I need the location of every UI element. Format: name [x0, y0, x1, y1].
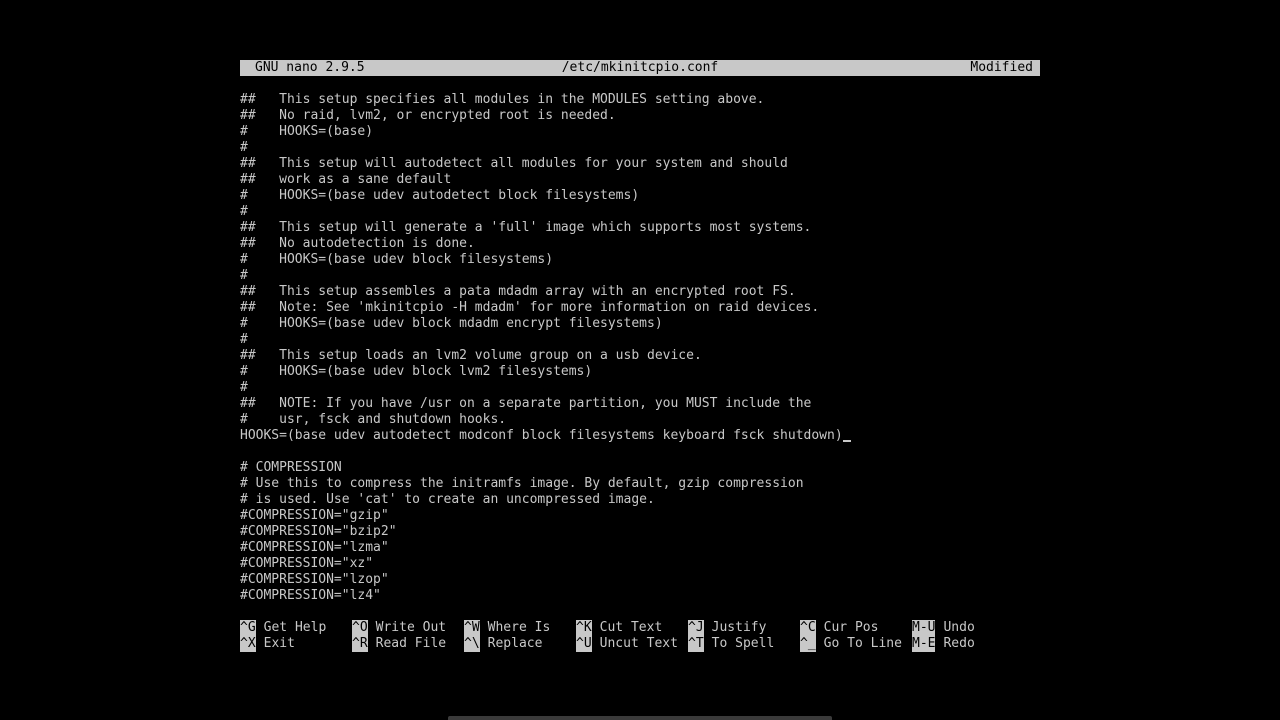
editor-line[interactable]: # [240, 204, 1040, 220]
editor-line[interactable]: # is used. Use 'cat' to create an uncomp… [240, 492, 1040, 508]
editor-line[interactable]: # [240, 268, 1040, 284]
editor-line[interactable]: # HOOKS=(base udev autodetect block file… [240, 188, 1040, 204]
editor-line[interactable]: ## This setup will generate a 'full' ima… [240, 220, 1040, 236]
shortcut-key: ^R [352, 636, 368, 652]
shortcut-label: Cur Pos [823, 620, 879, 635]
shortcut-justify[interactable]: ^J Justify [688, 620, 766, 636]
shortcut-to-spell[interactable]: ^T To Spell [688, 636, 774, 652]
editor-line[interactable]: ## This setup loads an lvm2 volume group… [240, 348, 1040, 364]
editor-line[interactable]: # HOOKS=(base udev block filesystems) [240, 252, 1040, 268]
editor-line[interactable]: #COMPRESSION="lzma" [240, 540, 1040, 556]
shortcut-label: Where Is [487, 620, 551, 635]
editor-line[interactable]: # [240, 140, 1040, 156]
shortcut-label: Uncut Text [599, 636, 678, 651]
shortcut-label: Exit [263, 636, 295, 651]
shortcut-key: ^X [240, 636, 256, 652]
shortcut-go-to-line[interactable]: ^_ Go To Line [800, 636, 902, 652]
editor-line[interactable]: # [240, 332, 1040, 348]
text-editor-area[interactable]: ## This setup specifies all modules in t… [240, 92, 1040, 604]
editor-line[interactable]: ## This setup specifies all modules in t… [240, 92, 1040, 108]
editor-line[interactable] [240, 444, 1040, 460]
file-name: /etc/mkinitcpio.conf [561, 60, 719, 75]
host-window-edge [448, 716, 832, 720]
modified-status: Modified [970, 60, 1033, 75]
editor-line[interactable]: ## work as a sane default [240, 172, 1040, 188]
shortcut-label: Replace [487, 636, 543, 651]
shortcut-label: Read File [375, 636, 447, 651]
shortcut-redo[interactable]: M-E Redo [912, 636, 975, 652]
editor-line[interactable]: ## NOTE: If you have /usr on a separate … [240, 396, 1040, 412]
editor-line[interactable]: #COMPRESSION="xz" [240, 556, 1040, 572]
editor-line[interactable]: # usr, fsck and shutdown hooks. [240, 412, 1040, 428]
editor-line[interactable]: # Use this to compress the initramfs ima… [240, 476, 1040, 492]
editor-line[interactable]: # HOOKS=(base udev block lvm2 filesystem… [240, 364, 1040, 380]
shortcut-label: Undo [943, 620, 975, 635]
shortcut-label: Go To Line [823, 636, 902, 651]
editor-line[interactable]: ## Note: See 'mkinitcpio -H mdadm' for m… [240, 300, 1040, 316]
shortcut-cur-pos[interactable]: ^C Cur Pos [800, 620, 878, 636]
editor-line[interactable]: ## This setup will autodetect all module… [240, 156, 1040, 172]
editor-line[interactable]: # COMPRESSION [240, 460, 1040, 476]
shortcut-label: To Spell [711, 636, 775, 651]
editor-line[interactable]: #COMPRESSION="gzip" [240, 508, 1040, 524]
shortcut-key: M-U [912, 620, 936, 636]
shortcut-key: ^\ [464, 636, 480, 652]
shortcut-label: Justify [711, 620, 767, 635]
editor-line[interactable]: # HOOKS=(base) [240, 124, 1040, 140]
shortcut-key: ^W [464, 620, 480, 636]
shortcut-cut-text[interactable]: ^K Cut Text [576, 620, 662, 636]
shortcut-key: ^G [240, 620, 256, 636]
shortcut-read-file[interactable]: ^R Read File [352, 636, 446, 652]
shortcut-key: ^O [352, 620, 368, 636]
shortcut-label: Write Out [375, 620, 447, 635]
shortcut-uncut-text[interactable]: ^U Uncut Text [576, 636, 678, 652]
text-cursor [842, 428, 851, 442]
shortcut-key: ^C [800, 620, 816, 636]
shortcut-key: ^T [688, 636, 704, 652]
shortcut-replace[interactable]: ^\ Replace [464, 636, 542, 652]
shortcut-label: Cut Text [599, 620, 663, 635]
editor-line[interactable]: #COMPRESSION="lzop" [240, 572, 1040, 588]
editor-line[interactable]: ## No autodetection is done. [240, 236, 1040, 252]
shortcut-key: ^U [576, 636, 592, 652]
editor-line[interactable]: #COMPRESSION="bzip2" [240, 524, 1040, 540]
editor-line[interactable]: # HOOKS=(base udev block mdadm encrypt f… [240, 316, 1040, 332]
shortcut-key: M-E [912, 636, 936, 652]
shortcut-where-is[interactable]: ^W Where Is [464, 620, 550, 636]
shortcut-undo[interactable]: M-U Undo [912, 620, 975, 636]
editor-line[interactable]: ## No raid, lvm2, or encrypted root is n… [240, 108, 1040, 124]
editor-line-hooks[interactable]: HOOKS=(base udev autodetect modconf bloc… [240, 428, 1040, 444]
editor-line[interactable]: # [240, 380, 1040, 396]
nano-title-bar: GNU nano 2.9.5 /etc/mkinitcpio.conf Modi… [240, 60, 1040, 76]
shortcut-exit[interactable]: ^X Exit [240, 636, 295, 652]
shortcut-write-out[interactable]: ^O Write Out [352, 620, 446, 636]
terminal-screen: GNU nano 2.9.5 /etc/mkinitcpio.conf Modi… [0, 0, 1280, 720]
shortcut-label: Redo [943, 636, 975, 651]
shortcut-key: ^_ [800, 636, 816, 652]
shortcut-label: Get Help [263, 620, 327, 635]
editor-line[interactable]: #COMPRESSION="lz4" [240, 588, 1040, 604]
shortcut-key: ^K [576, 620, 592, 636]
shortcut-get-help[interactable]: ^G Get Help [240, 620, 326, 636]
shortcut-key: ^J [688, 620, 704, 636]
editor-line[interactable]: ## This setup assembles a pata mdadm arr… [240, 284, 1040, 300]
hooks-line-text[interactable]: HOOKS=(base udev autodetect modconf bloc… [240, 428, 843, 443]
